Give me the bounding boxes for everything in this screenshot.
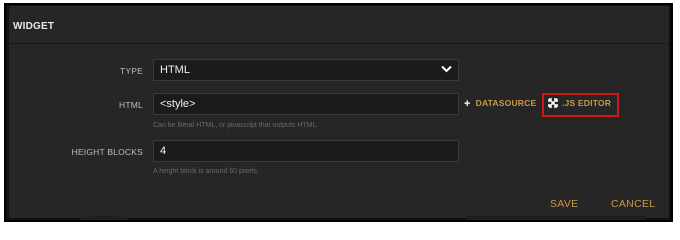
plus-icon: + xyxy=(464,98,471,110)
background-shape xyxy=(80,216,128,220)
height-blocks-label: HEIGHT BLOCKS xyxy=(71,147,143,157)
type-select-value: HTML xyxy=(160,64,190,76)
dialog-header: WIDGET xyxy=(9,6,669,44)
height-blocks-input[interactable]: 4 xyxy=(153,140,459,162)
expand-arrows-icon xyxy=(548,98,558,108)
height-blocks-hint: A height block is around 60 pixels. xyxy=(153,168,259,175)
html-label: HTML xyxy=(119,100,143,110)
save-button[interactable]: SAVE xyxy=(550,198,578,210)
datasource-label: DATASOURCE xyxy=(475,98,537,108)
html-input[interactable]: <style> xyxy=(153,93,459,115)
js-editor-button[interactable]: .JS EDITOR xyxy=(562,98,611,108)
chevron-down-icon xyxy=(441,65,452,73)
dialog-title: WIDGET xyxy=(13,21,55,32)
html-hint: Can be literal HTML, or javascript that … xyxy=(153,122,319,129)
datasource-button[interactable]: + DATASOURCE xyxy=(464,98,536,110)
type-select[interactable]: HTML xyxy=(153,59,459,81)
background-shape xyxy=(466,216,646,220)
type-label: TYPE xyxy=(119,66,143,76)
cancel-button[interactable]: CANCEL xyxy=(611,198,655,210)
